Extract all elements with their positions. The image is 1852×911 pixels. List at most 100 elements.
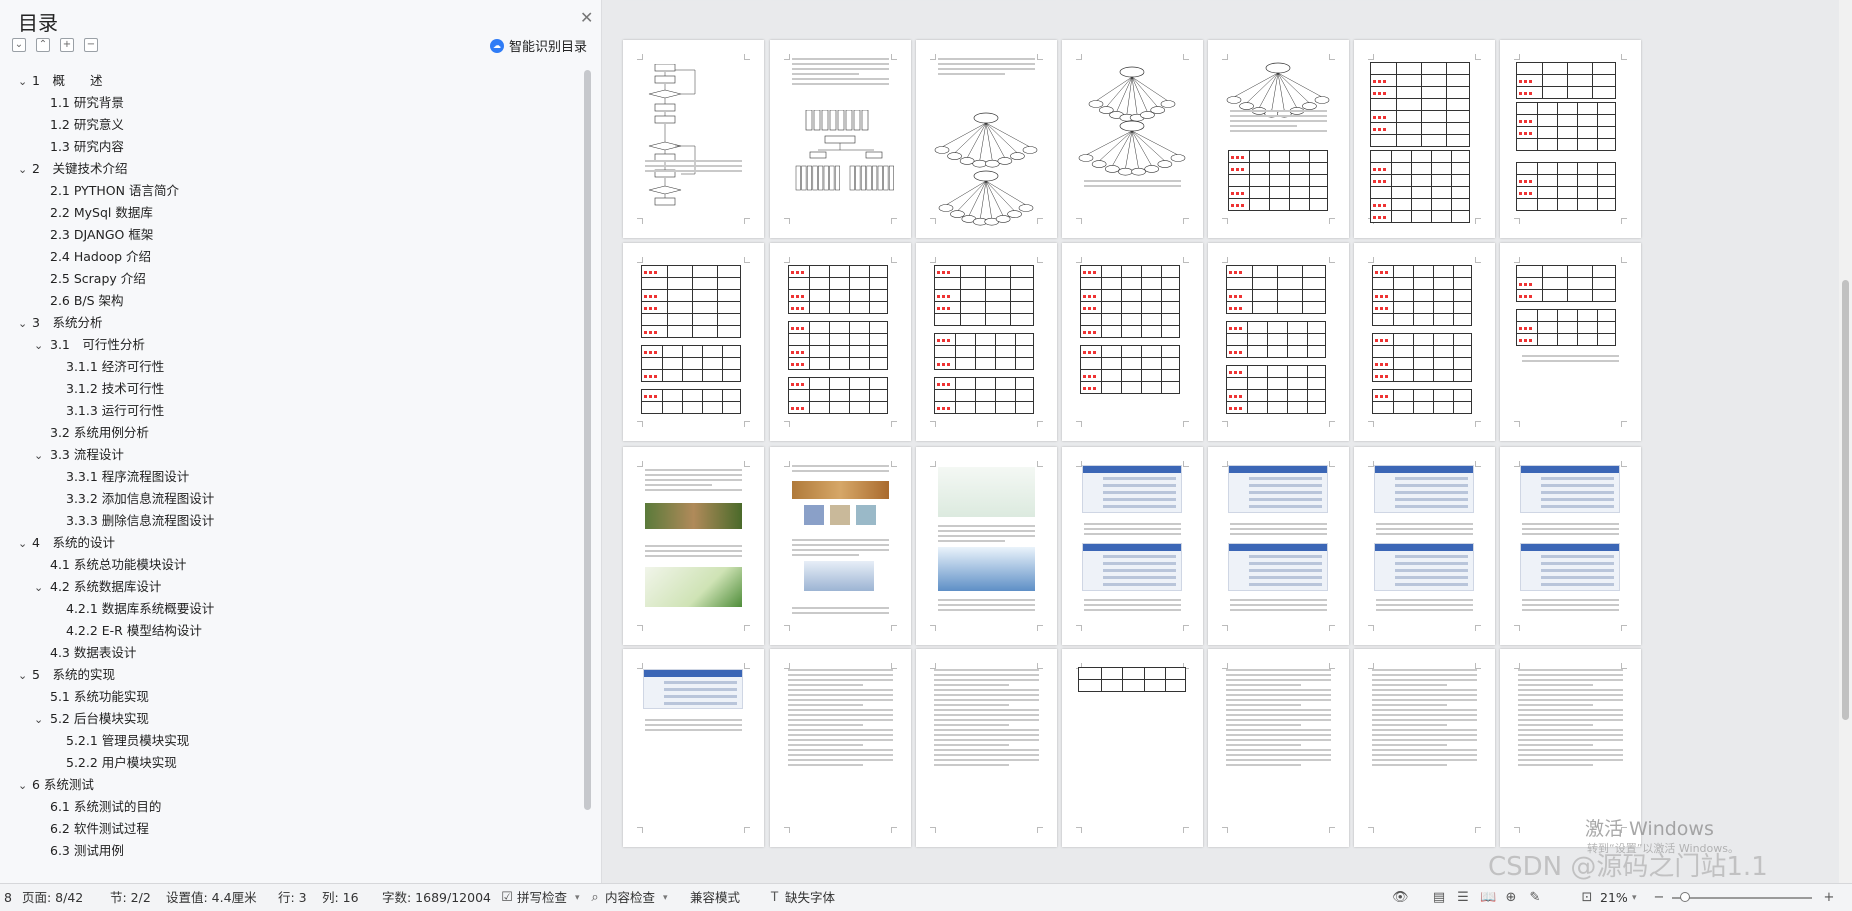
page-thumbnail[interactable]: [623, 649, 764, 847]
toc-item[interactable]: ⌄ 1 概 述: [18, 70, 102, 92]
toc-item[interactable]: 2.5 Scrapy 介绍: [34, 268, 146, 290]
page-thumbnail[interactable]: [1500, 40, 1641, 238]
zoom-in-icon[interactable]: +: [1822, 891, 1836, 905]
outline-view-icon[interactable]: ☰: [1456, 891, 1470, 905]
page-thumbnail[interactable]: [1354, 243, 1495, 441]
page-thumbnail[interactable]: [623, 40, 764, 238]
toc-item[interactable]: 5.1 系统功能实现: [34, 686, 149, 708]
toc-item[interactable]: ⌄ 3 系统分析: [18, 312, 102, 334]
ai-recognize-toc-button[interactable]: ☁ 智能识别目录: [489, 36, 587, 55]
add-heading-icon[interactable]: +: [60, 38, 74, 52]
chevron-down-icon[interactable]: ⌄: [18, 313, 30, 335]
page-thumbnail[interactable]: [916, 243, 1057, 441]
content-check-button[interactable]: 内容检查: [605, 884, 655, 911]
page-thumbnail[interactable]: [623, 447, 764, 645]
chevron-down-icon[interactable]: ▾: [575, 884, 580, 911]
toc-item[interactable]: ⌄ 4 系统的设计: [18, 532, 115, 554]
fit-page-icon[interactable]: ⊡: [1580, 891, 1594, 905]
missing-font-button[interactable]: 缺失字体: [785, 884, 835, 911]
toc-item[interactable]: 3.2 系统用例分析: [34, 422, 149, 444]
toc-item[interactable]: 5.2.1 管理员模块实现: [50, 730, 189, 752]
chevron-down-icon[interactable]: ▾: [1632, 884, 1637, 911]
toc-item[interactable]: ⌄ 5.2 后台模块实现: [34, 708, 149, 730]
toc-item[interactable]: ⌄ 2 关键技术介绍: [18, 158, 127, 180]
word-count[interactable]: 字数: 1689/12004: [382, 884, 491, 911]
toc-item[interactable]: ⌄ 5 系统的实现: [18, 664, 115, 686]
chevron-down-icon[interactable]: ⌄: [34, 709, 46, 731]
remove-heading-icon[interactable]: −: [84, 38, 98, 52]
toc-item[interactable]: 2.1 PYTHON 语言简介: [34, 180, 179, 202]
page-thumbnail[interactable]: [1208, 243, 1349, 441]
page-thumbnail[interactable]: [1208, 649, 1349, 847]
read-mode-icon[interactable]: 📖: [1480, 891, 1496, 905]
page-thumbnail[interactable]: [1062, 40, 1203, 238]
toc-item[interactable]: 4.2.2 E-R 模型结构设计: [50, 620, 202, 642]
page-thumbnail[interactable]: [623, 243, 764, 441]
page-view-icon[interactable]: ▤: [1432, 891, 1446, 905]
toc-item[interactable]: 1.1 研究背景: [34, 92, 124, 114]
toc-item[interactable]: 2.2 MySql 数据库: [34, 202, 153, 224]
toc-item[interactable]: 3.1.3 运行可行性: [50, 400, 164, 422]
page-thumbnail[interactable]: [1354, 649, 1495, 847]
page-thumbnail[interactable]: [1500, 447, 1641, 645]
chevron-down-icon[interactable]: ⌄: [18, 775, 30, 797]
toc-scrollbar[interactable]: [584, 70, 591, 810]
chevron-down-icon[interactable]: ⌄: [18, 159, 30, 181]
toc-item[interactable]: 6.2 软件测试过程: [34, 818, 149, 840]
page-thumbnail[interactable]: [1500, 243, 1641, 441]
toc-item[interactable]: 2.4 Hadoop 介绍: [34, 246, 151, 268]
page-thumbnail[interactable]: [916, 40, 1057, 238]
page-thumbnail[interactable]: [770, 649, 911, 847]
toc-item[interactable]: 1.2 研究意义: [34, 114, 124, 136]
chevron-down-icon[interactable]: ⌄: [18, 71, 30, 93]
page-thumbnail[interactable]: [770, 447, 911, 645]
toc-item[interactable]: ⌄ 3.3 流程设计: [34, 444, 124, 466]
page-thumbnail[interactable]: [1062, 649, 1203, 847]
toc-item[interactable]: 5.2.2 用户模块实现: [50, 752, 177, 774]
toc-item[interactable]: ⌄ 6 系统测试: [18, 774, 94, 796]
vertical-scrollbar[interactable]: [1839, 0, 1852, 883]
eye-protection-icon[interactable]: 👁: [1392, 891, 1409, 905]
expand-up-icon[interactable]: ⌃: [36, 38, 50, 52]
page-indicator[interactable]: 页面: 8/42: [22, 884, 83, 911]
toc-item[interactable]: 2.3 DJANGO 框架: [34, 224, 153, 246]
scroll-thumb[interactable]: [1842, 280, 1849, 720]
page-thumbnail[interactable]: [1062, 447, 1203, 645]
toc-item[interactable]: 3.3.2 添加信息流程图设计: [50, 488, 214, 510]
toc-item[interactable]: 6.3 测试用例: [34, 840, 124, 862]
page-thumbnail[interactable]: [1062, 243, 1203, 441]
chevron-down-icon[interactable]: ⌄: [18, 533, 30, 555]
page-thumbnail[interactable]: [770, 40, 911, 238]
toc-item[interactable]: ⌄ 4.2 系统数据库设计: [34, 576, 161, 598]
collapse-all-icon[interactable]: ⌄: [12, 38, 26, 52]
toc-item[interactable]: 4.2.1 数据库系统概要设计: [50, 598, 214, 620]
close-icon[interactable]: ✕: [580, 10, 593, 26]
zoom-slider-handle[interactable]: [1680, 892, 1690, 902]
chevron-down-icon[interactable]: ▾: [663, 884, 668, 911]
zoom-slider[interactable]: [1672, 897, 1812, 899]
toc-item[interactable]: 4.1 系统总功能模块设计: [34, 554, 186, 576]
spell-check-button[interactable]: 拼写检查: [517, 884, 567, 911]
page-thumbnail[interactable]: [1208, 40, 1349, 238]
chevron-down-icon[interactable]: ⌄: [34, 445, 46, 467]
toc-item[interactable]: 4.3 数据表设计: [34, 642, 136, 664]
toc-item[interactable]: 3.3.1 程序流程图设计: [50, 466, 189, 488]
page-thumbnail[interactable]: [1354, 447, 1495, 645]
toc-item[interactable]: 6.1 系统测试的目的: [34, 796, 161, 818]
page-thumbnail[interactable]: [1208, 447, 1349, 645]
page-thumbnail[interactable]: [916, 649, 1057, 847]
page-thumbnail[interactable]: [770, 243, 911, 441]
toc-item[interactable]: 2.6 B/S 架构: [34, 290, 124, 312]
zoom-level[interactable]: 21%: [1600, 884, 1628, 911]
toc-item[interactable]: 3.1.1 经济可行性: [50, 356, 164, 378]
web-view-icon[interactable]: ⊕: [1504, 891, 1518, 905]
write-mode-icon[interactable]: ✎: [1528, 891, 1542, 905]
chevron-down-icon[interactable]: ⌄: [34, 577, 46, 599]
setting-value[interactable]: 设置值: 4.4厘米: [166, 884, 257, 911]
page-thumbnail[interactable]: [1354, 40, 1495, 238]
page-thumbnail[interactable]: [916, 447, 1057, 645]
toc-item[interactable]: 3.1.2 技术可行性: [50, 378, 164, 400]
toc-item[interactable]: 3.3.3 删除信息流程图设计: [50, 510, 214, 532]
toc-item[interactable]: 1.3 研究内容: [34, 136, 124, 158]
toc-item[interactable]: ⌄ 3.1 可行性分析: [34, 334, 145, 356]
